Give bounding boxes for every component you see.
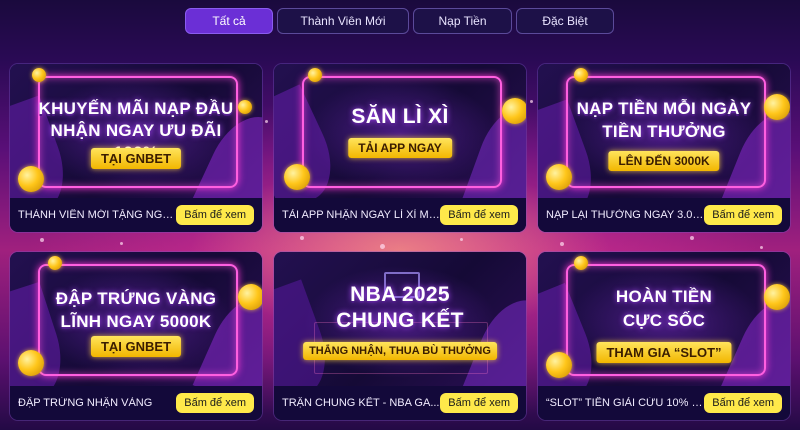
banner-badge: LÊN ĐẾN 3000K bbox=[608, 151, 720, 171]
view-details-button[interactable]: Bấm để xem bbox=[704, 393, 782, 413]
promo-footer: THÀNH VIÊN MỚI TẶNG NGA... Bấm để xem bbox=[10, 198, 262, 232]
tab-special[interactable]: Đặc Biệt bbox=[516, 8, 614, 34]
promo-title: ĐẬP TRỨNG NHẬN VÀNG bbox=[18, 397, 153, 409]
view-details-button[interactable]: Bấm để xem bbox=[176, 393, 254, 413]
promo-banner[interactable]: SĂN LÌ XÌ TẢI APP NGAY bbox=[274, 64, 526, 198]
coin-icon bbox=[546, 164, 572, 190]
banner-badge: THAM GIA “SLOT” bbox=[596, 342, 732, 363]
promo-title: TẢI APP NHẬN NGAY LÌ XÌ MA... bbox=[282, 209, 440, 221]
promo-footer: TẢI APP NHẬN NGAY LÌ XÌ MA... Bấm để xem bbox=[274, 198, 526, 232]
promo-card-daily-deposit[interactable]: NẠP TIỀN MỖI NGÀY TIỀN THƯỞNG LÊN ĐẾN 30… bbox=[538, 64, 790, 232]
promo-footer: TRẬN CHUNG KẾT - NBA GA... Bấm để xem bbox=[274, 386, 526, 420]
promo-banner[interactable]: HOÀN TIỀN CỰC SỐC THAM GIA “SLOT” bbox=[538, 252, 790, 386]
coin-icon bbox=[32, 68, 46, 82]
promo-card-first-deposit[interactable]: KHUYẾN MÃI NẠP ĐẦU NHẬN NGAY ƯU ĐÃI 100%… bbox=[10, 64, 262, 232]
coin-icon bbox=[48, 256, 62, 270]
promo-title: “SLOT” TIỀN GIẢI CỨU 10% M... bbox=[546, 397, 704, 409]
promo-card-lucky-money[interactable]: SĂN LÌ XÌ TẢI APP NGAY TẢI APP NHẬN NGAY… bbox=[274, 64, 526, 232]
banner-headline: KHUYẾN MÃI NẠP ĐẦU bbox=[38, 99, 234, 118]
banner-headline: ĐẬP TRỨNG VÀNG bbox=[55, 289, 217, 308]
banner-badge: TẢI APP NGAY bbox=[348, 138, 452, 158]
filter-tabs: Tất cả Thành Viên Mới Nạp Tiền Đặc Biệt bbox=[0, 8, 800, 36]
banner-headline: HOÀN TIỀN bbox=[615, 287, 713, 306]
banner-headline: NẠP TIỀN MỖI NGÀY bbox=[576, 99, 752, 118]
promo-footer: ĐẬP TRỨNG NHẬN VÀNG Bấm để xem bbox=[10, 386, 262, 420]
promo-card-golden-egg[interactable]: ĐẬP TRỨNG VÀNG LĨNH NGAY 5000K TẠI GNBET… bbox=[10, 252, 262, 420]
coin-icon bbox=[284, 164, 310, 190]
promo-footer: NẠP LẠI THƯỞNG NGAY 3.00... Bấm để xem bbox=[538, 198, 790, 232]
promo-banner[interactable]: ĐẬP TRỨNG VÀNG LĨNH NGAY 5000K TẠI GNBET bbox=[10, 252, 262, 386]
banner-subheadline: CỰC SỐC bbox=[622, 311, 706, 330]
banner-badge: TẠI GNBET bbox=[90, 148, 182, 169]
coin-icon bbox=[546, 352, 572, 378]
banner-badge: TẠI GNBET bbox=[90, 336, 182, 357]
promo-title: TRẬN CHUNG KẾT - NBA GA... bbox=[282, 397, 440, 409]
promo-card-nba-final[interactable]: NBA 2025 CHUNG KẾT THẮNG NHẬN, THUA BÙ T… bbox=[274, 252, 526, 420]
banner-subheadline: CHUNG KẾT bbox=[336, 309, 464, 332]
view-details-button[interactable]: Bấm để xem bbox=[704, 205, 782, 225]
coin-icon bbox=[574, 256, 588, 270]
promo-banner[interactable]: KHUYẾN MÃI NẠP ĐẦU NHẬN NGAY ƯU ĐÃI 100%… bbox=[10, 64, 262, 198]
tab-new-members[interactable]: Thành Viên Mới bbox=[277, 8, 409, 34]
banner-headline: SĂN LÌ XÌ bbox=[351, 105, 449, 128]
promo-banner[interactable]: NBA 2025 CHUNG KẾT THẮNG NHẬN, THUA BÙ T… bbox=[274, 252, 526, 386]
view-details-button[interactable]: Bấm để xem bbox=[440, 205, 518, 225]
promo-card-cashback-slot[interactable]: HOÀN TIỀN CỰC SỐC THAM GIA “SLOT” “SLOT”… bbox=[538, 252, 790, 420]
promo-banner[interactable]: NẠP TIỀN MỖI NGÀY TIỀN THƯỞNG LÊN ĐẾN 30… bbox=[538, 64, 790, 198]
banner-headline: NBA 2025 bbox=[350, 283, 450, 306]
view-details-button[interactable]: Bấm để xem bbox=[440, 393, 518, 413]
coin-icon bbox=[574, 68, 588, 82]
promo-footer: “SLOT” TIỀN GIẢI CỨU 10% M... Bấm để xem bbox=[538, 386, 790, 420]
banner-badge: THẮNG NHẬN, THUA BÙ THƯỞNG bbox=[303, 342, 497, 360]
view-details-button[interactable]: Bấm để xem bbox=[176, 205, 254, 225]
coin-icon bbox=[18, 166, 44, 192]
tab-all[interactable]: Tất cả bbox=[185, 8, 273, 34]
tab-deposit[interactable]: Nạp Tiền bbox=[413, 8, 512, 34]
coin-icon bbox=[18, 350, 44, 376]
banner-subheadline: TIỀN THƯỞNG bbox=[602, 122, 726, 141]
promo-title: NẠP LẠI THƯỞNG NGAY 3.00... bbox=[546, 209, 704, 221]
neon-frame bbox=[302, 76, 502, 188]
banner-subheadline: LĨNH NGAY 5000K bbox=[60, 312, 212, 331]
coin-icon bbox=[308, 68, 322, 82]
promo-title: THÀNH VIÊN MỚI TẶNG NGA... bbox=[18, 209, 176, 221]
